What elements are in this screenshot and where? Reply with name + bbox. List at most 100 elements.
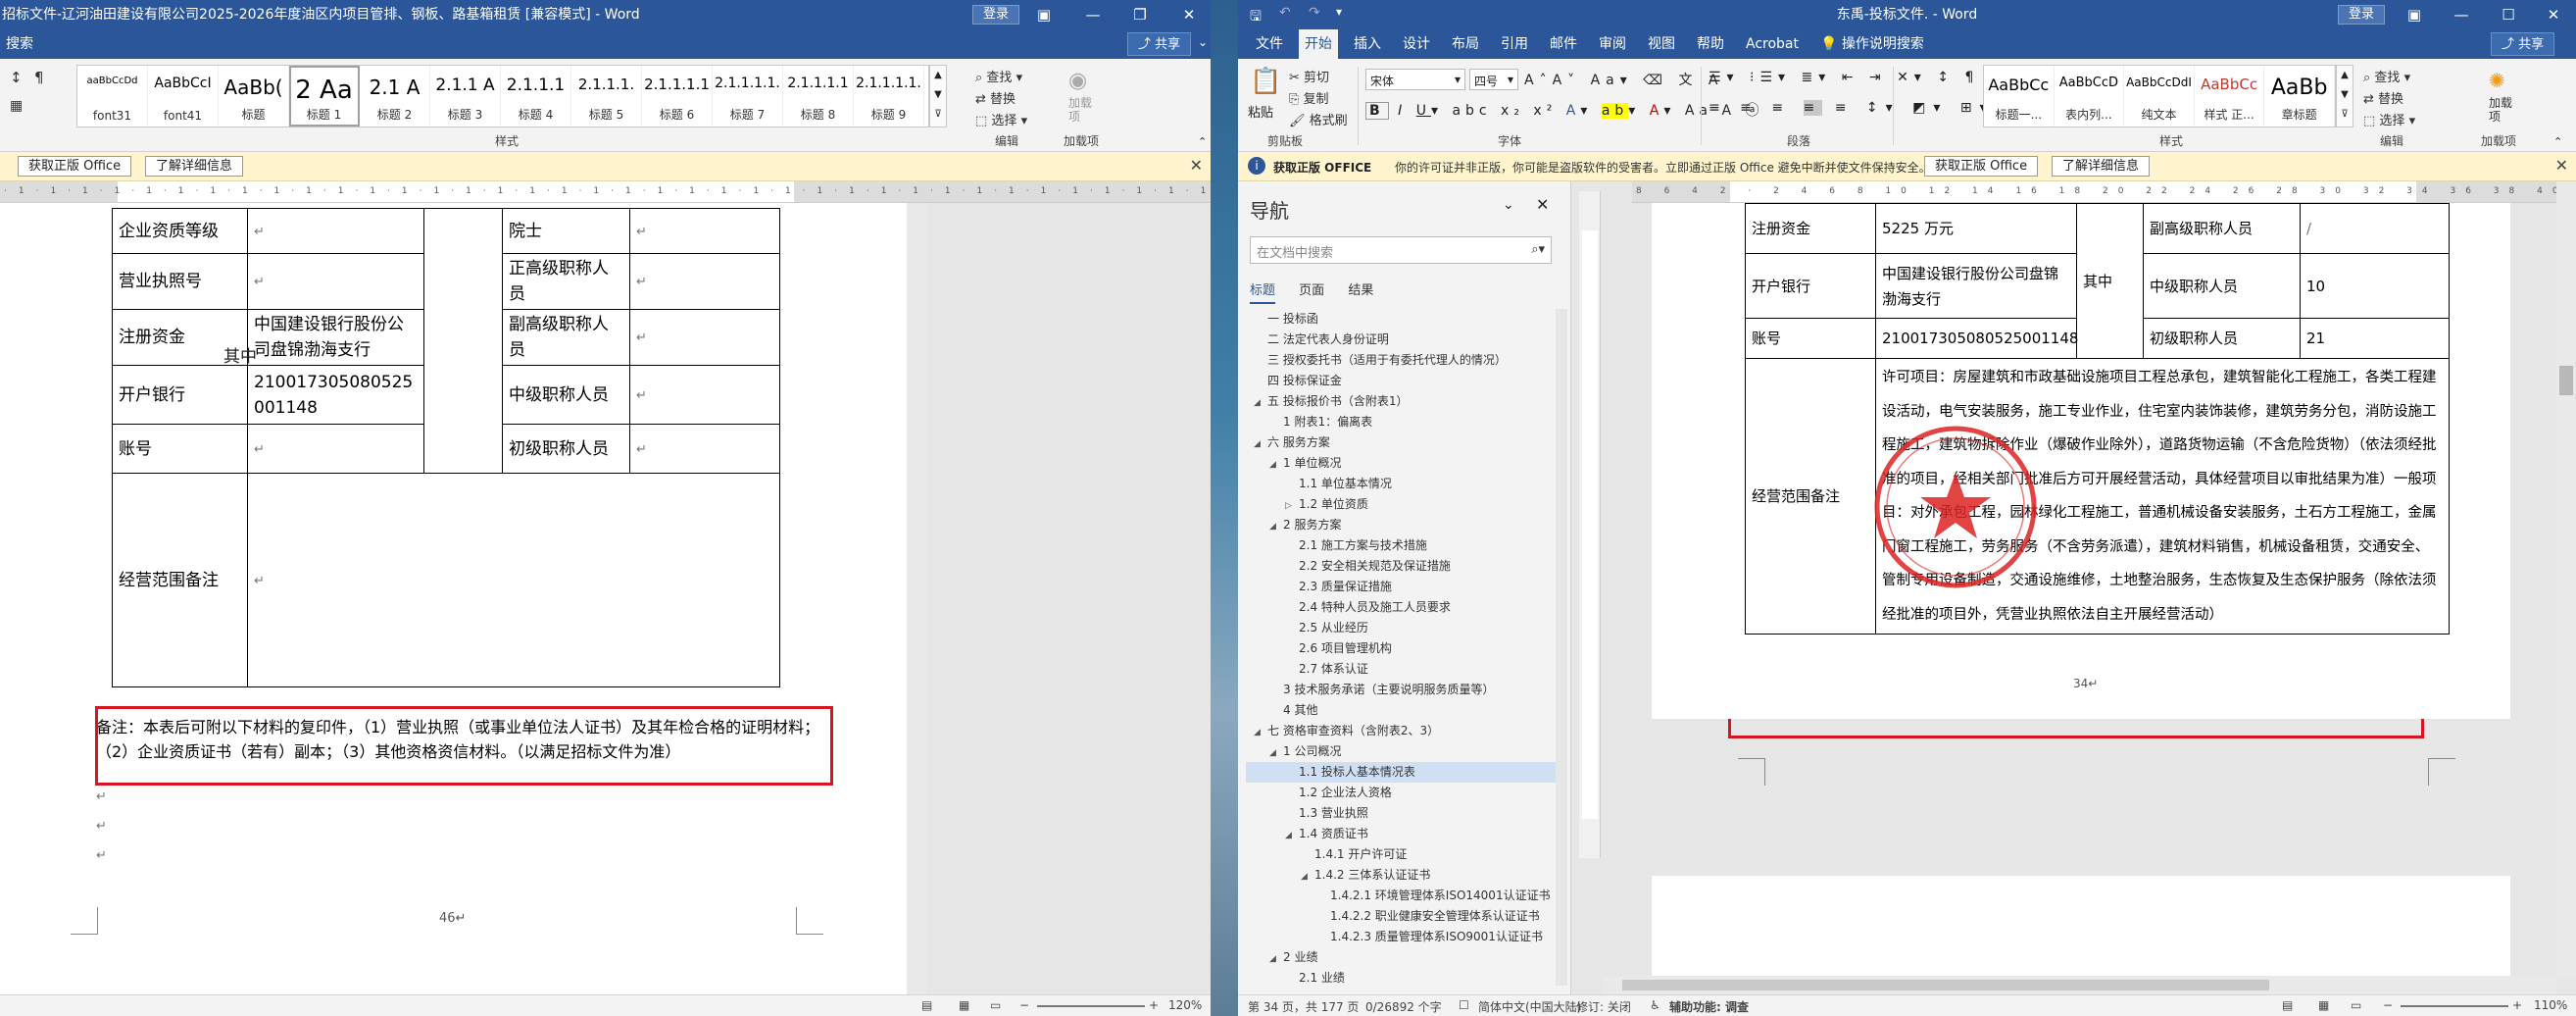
ribbon-display-icon[interactable]: ▣ xyxy=(1024,0,1064,29)
style-item[interactable]: 2.1.1.1 标题 4 xyxy=(501,66,571,127)
find-button[interactable]: ⌕ 查找 ▾ xyxy=(2363,67,2410,85)
nav-tab-headings[interactable]: 标题 xyxy=(1250,283,1276,304)
print-layout-icon[interactable]: ▦ xyxy=(959,998,969,1012)
left-get-office-button[interactable]: 获取正版 Office xyxy=(18,156,132,177)
expand-arrow-icon[interactable]: ▷ xyxy=(1285,496,1299,515)
left-zoom-slider[interactable] xyxy=(1037,1005,1145,1007)
find-button[interactable]: ⌕ 查找 ▾ xyxy=(975,67,1022,85)
style-item[interactable]: 2 Aa 标题 1 xyxy=(289,66,360,127)
web-layout-icon[interactable]: ▭ xyxy=(990,998,1001,1012)
select-button[interactable]: ⬚ 选择 ▾ xyxy=(2363,110,2415,128)
right-zoom-level[interactable]: 110% xyxy=(2534,998,2567,1012)
close-icon[interactable]: ✕ xyxy=(2534,0,2573,29)
right-vertical-scrollbar[interactable] xyxy=(2556,181,2576,976)
right-get-office-button[interactable]: 获取正版 Office xyxy=(1924,156,2039,177)
nav-heading-item[interactable]: 3 技术服务承诺（主要说明服务质量等） xyxy=(1246,680,1560,700)
cell-middle-title-value[interactable]: ↵ xyxy=(629,365,780,425)
expand-arrow-icon[interactable]: ◢ xyxy=(1285,826,1299,844)
expand-arrow-icon[interactable]: ◢ xyxy=(1269,743,1283,762)
nav-heading-item[interactable]: 1.3 营业执照 xyxy=(1246,803,1560,824)
tab-file[interactable]: 文件 xyxy=(1250,29,1289,59)
addins-button-label[interactable]: 加载项 xyxy=(2489,96,2518,124)
font-size-box[interactable]: 四号 ▾ xyxy=(1469,69,1518,90)
style-item[interactable]: AaBbCc 标题一... xyxy=(1984,66,2055,127)
status-language[interactable]: 简体中文(中国大陆) xyxy=(1478,998,1581,1015)
expand-arrow-icon[interactable]: ◢ xyxy=(1301,867,1314,886)
nav-tab-pages[interactable]: 页面 xyxy=(1299,283,1324,298)
font-name-box[interactable]: 宋体 ▾ xyxy=(1365,69,1465,90)
style-item[interactable]: AaBbCcDdI 纯文本 xyxy=(2124,66,2195,127)
nav-heading-item[interactable]: 2.5 从业经历 xyxy=(1246,618,1560,638)
collapse-ribbon-icon[interactable]: ⌃ xyxy=(1198,135,1207,148)
style-item[interactable]: 2.1.1.1.1. 标题 9 xyxy=(854,66,924,127)
expand-arrow-icon[interactable]: ◢ xyxy=(1254,434,1267,453)
minimize-icon[interactable]: — xyxy=(1073,0,1113,29)
alignment-icons[interactable]: ≡ ≡ ≡ ≡ ≡ ↕▾ ◩▾ ⊞▾ xyxy=(1709,100,1995,116)
border-icon[interactable]: ▦ xyxy=(10,98,23,114)
left-horizontal-ruler[interactable]: ·1·1·1·1·1·1·1·1·1·1·1·1·1·1·1·1·1·1·1·1… xyxy=(0,181,1211,203)
cell-bank-value[interactable]: 中国建设银行股份公司盘锦渤海支行 xyxy=(1875,253,2077,319)
replace-button[interactable]: ⇄ 替换 xyxy=(2363,88,2403,107)
style-item[interactable]: 2.1.1.1.1 标题 8 xyxy=(783,66,854,127)
nav-heading-item[interactable]: ◢ 1 公司概况 xyxy=(1246,741,1560,762)
nav-heading-item[interactable]: ◢ 五 投标报价书（含附表1） xyxy=(1246,391,1560,412)
search-icon[interactable]: ⌕▾ xyxy=(1531,242,1545,257)
paste-button-label[interactable]: 粘贴 xyxy=(1248,102,1273,121)
addins-icon[interactable]: ◉ xyxy=(1068,69,1087,93)
close-icon[interactable]: ✕ xyxy=(1169,0,1209,29)
expand-arrow-icon[interactable]: ◢ xyxy=(1269,517,1283,535)
tab-home[interactable]: 开始 xyxy=(1299,29,1338,59)
left-share-button[interactable]: ⤴ 共享 xyxy=(1127,32,1192,56)
nav-heading-item[interactable]: 2.4 特种人员及施工人员要求 xyxy=(1246,597,1560,618)
nav-heading-item[interactable]: 1.4.2.2 职业健康安全管理体系认证证书 xyxy=(1246,906,1560,927)
status-page[interactable]: 第 34 页，共 177 页 xyxy=(1248,998,1359,1015)
right-share-button[interactable]: ⤴ 共享 xyxy=(2491,32,2555,56)
nav-heading-item[interactable]: ◢ 1.4 资质证书 xyxy=(1246,824,1560,844)
nav-heading-item[interactable]: 1 附表1：偏离表 xyxy=(1246,412,1560,432)
left-login-button[interactable]: 登录 xyxy=(972,5,1020,25)
style-item[interactable]: AaBb(标题 xyxy=(219,66,289,127)
tab-references[interactable]: 引用 xyxy=(1495,29,1534,59)
right-learn-more-button[interactable]: 了解详细信息 xyxy=(2052,156,2151,177)
tell-me-search[interactable]: 💡 操作说明搜索 xyxy=(1814,29,1930,59)
style-item[interactable]: 2.1.1.1. 标题 5 xyxy=(571,66,642,127)
style-item[interactable]: AaBbCcI font41 xyxy=(148,66,219,127)
expand-arrow-icon[interactable]: ◢ xyxy=(1269,455,1283,474)
cell-capital-value[interactable]: 5225 万元 xyxy=(1875,203,2077,254)
nav-heading-item[interactable]: 2.1 施工方案与技术措施 xyxy=(1246,535,1560,556)
nav-heading-item[interactable]: ◢ 六 服务方案 xyxy=(1246,432,1560,453)
zoom-in-icon[interactable]: + xyxy=(2512,998,2522,1012)
left-vertical-scrollbar[interactable] xyxy=(907,203,926,994)
cell-senior-value[interactable]: ↵ xyxy=(629,253,780,310)
nav-heading-item[interactable]: ◢ 1.4.2 三体系认证证书 xyxy=(1246,865,1560,886)
left-notice-close-icon[interactable]: ✕ xyxy=(1190,156,1203,175)
nav-heading-item[interactable]: 2.1 业绩 xyxy=(1246,968,1560,989)
nav-heading-item[interactable]: 2.3 质量保证措施 xyxy=(1246,577,1560,597)
cell-deputy-senior-value[interactable]: / xyxy=(2300,203,2450,254)
nav-heading-item[interactable]: 1.1 投标人基本情况表 xyxy=(1246,762,1560,783)
style-item[interactable]: AaBbCcD 表内列... xyxy=(2055,66,2125,127)
nav-heading-item[interactable]: 2.6 项目管理机构 xyxy=(1246,638,1560,659)
tab-help[interactable]: 帮助 xyxy=(1691,29,1730,59)
expand-icon[interactable]: ⌄ xyxy=(1198,35,1208,49)
status-track-changes[interactable]: 修订: 关闭 xyxy=(1576,998,1631,1015)
cell-license-value[interactable]: ↵ xyxy=(247,253,424,310)
tab-design[interactable]: 设计 xyxy=(1397,29,1436,59)
cell-academician-value[interactable]: ↵ xyxy=(629,208,780,254)
tab-layout[interactable]: 布局 xyxy=(1446,29,1485,59)
accessibility-icon[interactable]: ♿ xyxy=(1650,998,1660,1012)
nav-tab-results[interactable]: 结果 xyxy=(1348,283,1373,298)
style-item[interactable]: aaBbCcDd font31 xyxy=(77,66,148,127)
nav-heading-item[interactable]: 三 授权委托书（适用于有委托代理人的情况） xyxy=(1246,350,1560,371)
nav-heading-item[interactable]: 4 其他 xyxy=(1246,700,1560,721)
scrollbar-thumb[interactable] xyxy=(2559,366,2573,395)
cell-scope-value[interactable]: ↵ xyxy=(247,473,780,687)
style-item[interactable]: 2.1 A 标题 2 xyxy=(360,66,430,127)
zoom-out-icon[interactable]: − xyxy=(2383,998,2393,1012)
font-format-icons[interactable]: B I U▾ abc x₂ x² A▾ ab▾ A▾ Aa A ⓐ xyxy=(1365,100,1763,120)
addins-button-label[interactable]: 加载项 xyxy=(1068,96,1098,124)
right-notice-close-icon[interactable]: ✕ xyxy=(2555,156,2568,175)
replace-button[interactable]: ⇄ 替换 xyxy=(975,88,1016,107)
tab-mailings[interactable]: 邮件 xyxy=(1544,29,1583,59)
style-item[interactable]: 2.1.1 A 标题 3 xyxy=(430,66,501,127)
